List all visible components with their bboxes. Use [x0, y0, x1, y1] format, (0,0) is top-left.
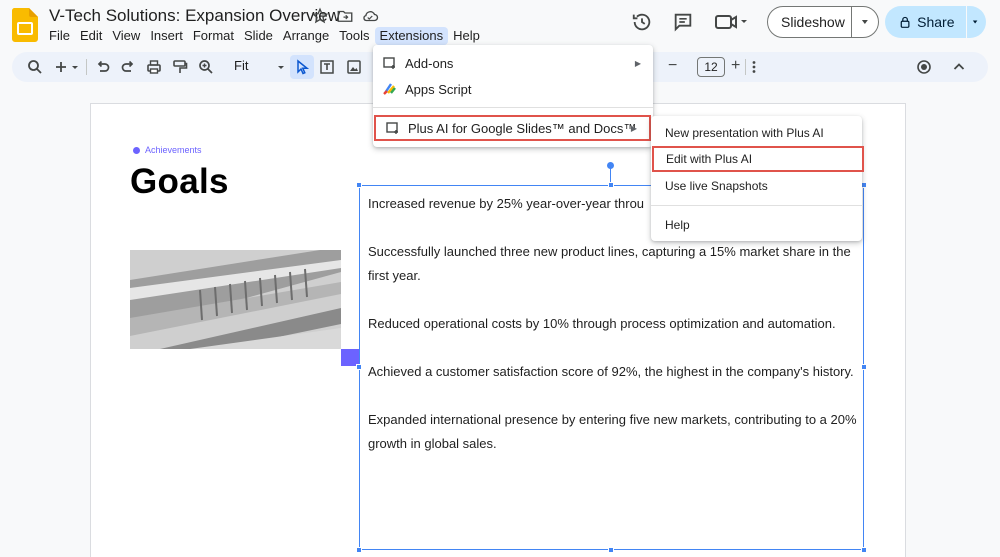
menu-item-edit-with-plus-ai[interactable]: Edit with Plus AI — [652, 146, 864, 172]
zoom-icon[interactable] — [197, 58, 215, 76]
record-icon[interactable] — [915, 58, 933, 76]
menu-format[interactable]: Format — [188, 27, 239, 45]
lock-icon — [900, 16, 910, 28]
cloud-status-icon[interactable] — [361, 7, 379, 25]
paragraph[interactable]: Achieved a customer satisfaction score o… — [368, 360, 858, 384]
paint-format-icon[interactable] — [171, 58, 189, 76]
submenu-arrow-icon: ▶ — [630, 123, 637, 133]
menu-file[interactable]: File — [44, 27, 75, 45]
addons-icon — [383, 57, 395, 69]
resize-handle[interactable] — [861, 547, 867, 553]
menu-item-label: Add-ons — [405, 55, 454, 71]
eyebrow-dot — [133, 147, 140, 154]
resize-handle[interactable] — [356, 364, 362, 370]
zoom-select[interactable]: Fit — [234, 58, 284, 76]
search-icon[interactable] — [26, 58, 44, 76]
menu-arrange[interactable]: Arrange — [278, 27, 334, 45]
print-icon[interactable] — [145, 58, 163, 76]
resize-handle[interactable] — [608, 182, 614, 188]
menu-slide[interactable]: Slide — [239, 27, 278, 45]
paragraph[interactable]: Reduced operational costs by 10% through… — [368, 312, 858, 336]
menu-divider — [373, 107, 653, 108]
menu-extensions[interactable]: Extensions — [374, 27, 449, 45]
star-icon[interactable] — [311, 7, 329, 25]
menu-item-plus-ai[interactable]: Plus AI for Google Slides™ and Docs™ ▶ — [374, 115, 651, 141]
menu-item-label: Plus AI for Google Slides™ and Docs™ — [408, 120, 637, 136]
menu-view[interactable]: View — [107, 27, 145, 45]
text-box-icon[interactable] — [318, 58, 336, 76]
submenu-arrow-icon: ▶ — [634, 58, 641, 68]
menu-divider — [651, 205, 862, 206]
decrease-font-size-button[interactable]: − — [668, 56, 677, 76]
chevron-down-icon — [278, 66, 284, 69]
paragraph[interactable]: Expanded international presence by enter… — [368, 408, 858, 456]
menu-item-help[interactable]: Help — [651, 213, 862, 237]
more-icon[interactable] — [745, 58, 763, 76]
share-button[interactable]: Share — [885, 6, 986, 38]
menu-edit[interactable]: Edit — [75, 27, 107, 45]
slideshow-button[interactable]: Slideshow — [767, 6, 879, 38]
chevron-down-icon[interactable] — [966, 15, 986, 29]
zoom-value: Fit — [234, 58, 249, 73]
menu-help[interactable]: Help — [448, 27, 485, 45]
video-call-icon[interactable] — [714, 11, 750, 33]
image-icon[interactable] — [345, 58, 363, 76]
addons-icon — [386, 122, 398, 134]
comment-icon[interactable] — [672, 11, 694, 33]
extensions-menu: Add-ons ▶ Apps Script Plus AI for Google… — [373, 45, 653, 147]
move-to-folder-icon[interactable] — [336, 7, 354, 25]
slide-eyebrow[interactable]: Achievements — [145, 145, 202, 155]
share-label[interactable]: Share — [917, 14, 954, 30]
slides-logo-icon[interactable] — [12, 8, 38, 42]
slide-title[interactable]: Goals — [130, 162, 229, 202]
resize-handle[interactable] — [356, 182, 362, 188]
add-icon[interactable] — [52, 58, 70, 76]
collapse-icon[interactable] — [950, 58, 968, 76]
chevron-down-icon[interactable] — [70, 58, 80, 76]
plus-ai-submenu: New presentation with Plus AI Edit with … — [651, 116, 864, 241]
resize-handle[interactable] — [861, 364, 867, 370]
menu-tools[interactable]: Tools — [334, 27, 374, 45]
menu-insert[interactable]: Insert — [145, 27, 188, 45]
rotate-handle[interactable] — [607, 162, 614, 169]
select-icon[interactable] — [293, 58, 311, 76]
toolbar-divider — [86, 59, 87, 75]
resize-handle[interactable] — [608, 547, 614, 553]
undo-icon[interactable] — [94, 58, 112, 76]
menu-bar: File Edit View Insert Format Slide Arran… — [44, 27, 485, 45]
increase-font-size-button[interactable]: + — [731, 56, 740, 76]
chevron-down-icon[interactable] — [852, 15, 878, 29]
menu-item-new-presentation[interactable]: New presentation with Plus AI — [651, 121, 862, 145]
paragraph[interactable]: Successfully launched three new product … — [368, 240, 858, 288]
history-icon[interactable] — [631, 11, 653, 33]
menu-item-apps-script[interactable]: Apps Script — [373, 77, 653, 101]
menu-item-live-snapshots[interactable]: Use live Snapshots — [651, 174, 862, 198]
resize-handle[interactable] — [356, 547, 362, 553]
menu-item-label: Apps Script — [405, 81, 472, 97]
slideshow-label[interactable]: Slideshow — [768, 14, 851, 30]
menu-item-addons[interactable]: Add-ons ▶ — [373, 51, 653, 75]
apps-script-icon — [383, 83, 396, 95]
font-size-input[interactable]: 12 — [697, 57, 725, 77]
document-title[interactable]: V-Tech Solutions: Expansion Overview — [49, 6, 340, 26]
slide-image[interactable] — [130, 250, 341, 349]
redo-icon[interactable] — [119, 58, 137, 76]
